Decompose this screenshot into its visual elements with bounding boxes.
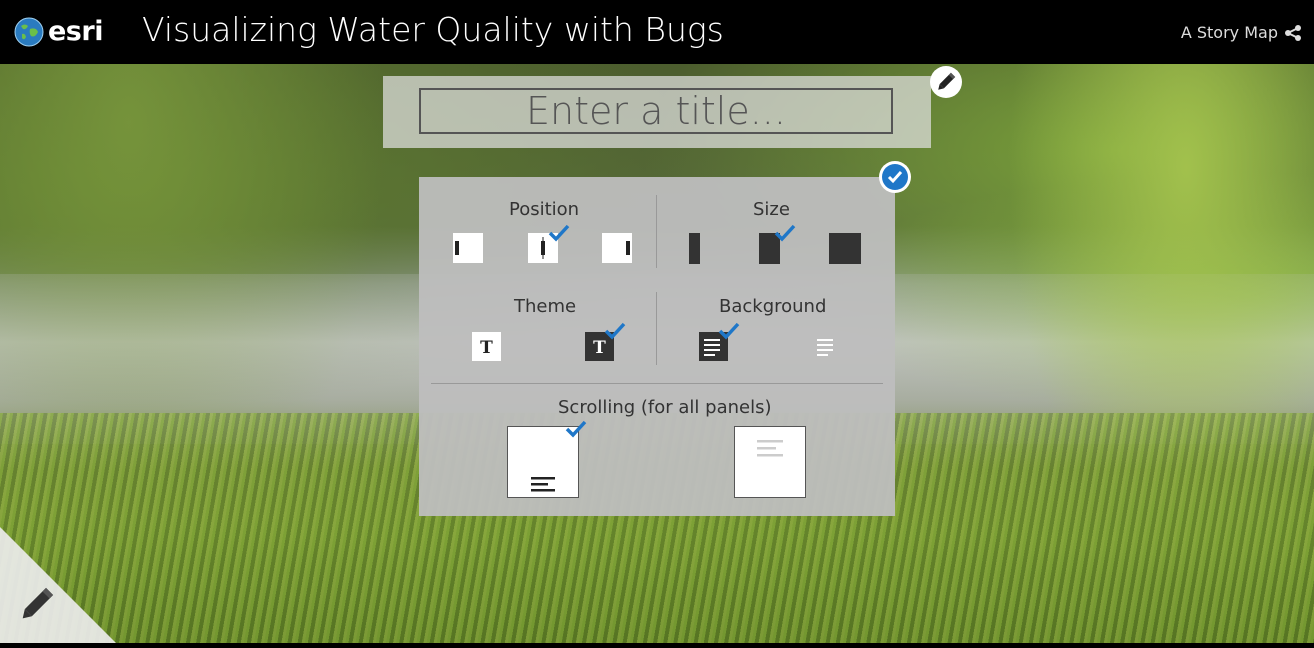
confirm-settings-button[interactable]	[879, 161, 911, 193]
share-icon[interactable]	[1284, 24, 1302, 42]
divider	[656, 292, 657, 365]
selected-check-icon	[604, 322, 626, 340]
pencil-icon	[938, 72, 956, 90]
esri-logo[interactable]: esri	[14, 16, 103, 47]
size-large-icon	[829, 233, 861, 264]
fixed-lines-icon	[757, 440, 783, 457]
theme-light-icon: T	[472, 332, 501, 361]
edit-corner-shape	[0, 527, 116, 643]
scrolling-label: Scrolling (for all panels)	[558, 397, 772, 418]
check-circle-icon	[882, 164, 908, 190]
globe-icon	[14, 17, 44, 46]
app-header: esri Visualizing Water Quality with Bugs…	[0, 0, 1314, 64]
position-label: Position	[509, 199, 580, 220]
position-left-option[interactable]	[453, 233, 485, 270]
divider	[656, 195, 657, 268]
svg-text:T: T	[480, 338, 493, 358]
selected-check-icon	[718, 322, 740, 340]
size-label: Size	[753, 199, 790, 220]
theme-label: Theme	[514, 296, 577, 317]
size-small-option[interactable]	[688, 233, 702, 270]
story-title: Visualizing Water Quality with Bugs	[142, 10, 724, 49]
builder-edit-button[interactable]	[0, 527, 116, 643]
theme-light-option[interactable]: T	[472, 332, 502, 367]
section-divider	[431, 383, 883, 384]
size-large-option[interactable]	[828, 233, 862, 270]
svg-text:T: T	[593, 338, 606, 358]
background-label: Background	[719, 296, 827, 317]
edit-title-button[interactable]	[930, 66, 962, 98]
position-right-option[interactable]	[602, 233, 634, 270]
story-map-label[interactable]: A Story Map	[1181, 23, 1278, 42]
background-transparent-option[interactable]	[812, 332, 842, 367]
position-left-icon	[453, 233, 483, 263]
selected-check-icon	[548, 224, 570, 242]
scrolling-fixed-option[interactable]	[734, 426, 806, 498]
selected-check-icon	[565, 420, 587, 438]
size-small-icon	[689, 233, 700, 264]
background-transparent-icon	[817, 339, 833, 356]
title-input[interactable]	[419, 88, 893, 134]
logo-text: esri	[48, 16, 103, 47]
selected-check-icon	[774, 224, 796, 242]
position-right-icon	[602, 233, 632, 263]
